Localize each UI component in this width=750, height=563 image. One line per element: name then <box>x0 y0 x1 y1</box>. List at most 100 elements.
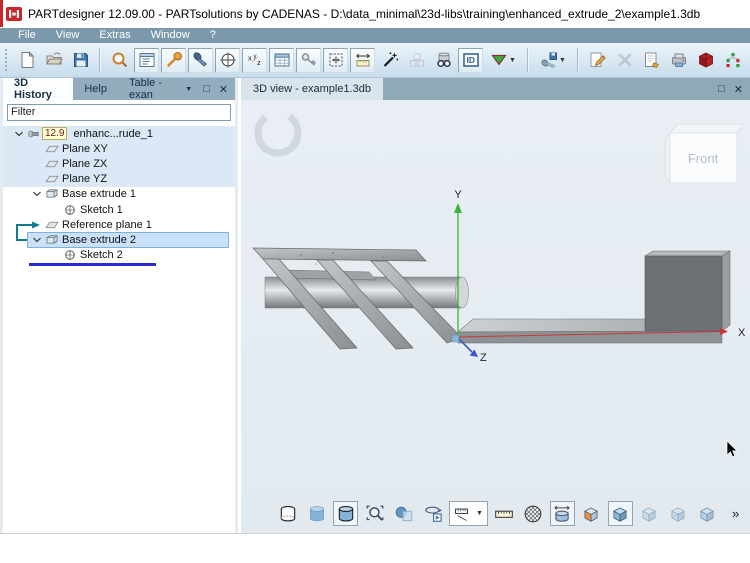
tab-label: Table - exan <box>129 77 180 101</box>
tree-row-enhanc-rude-1[interactable]: 12.9enhanc...rude_1 <box>3 126 235 141</box>
cube-transparent-1-icon <box>639 504 659 524</box>
cylinder-wireframe-button[interactable] <box>275 501 300 526</box>
chevron-expanded-icon[interactable] <box>11 126 26 141</box>
chevron-expanded-icon[interactable] <box>29 232 44 247</box>
measure-grid-combo[interactable]: ▼ <box>449 501 488 526</box>
mesh-sphere-button[interactable] <box>521 501 546 526</box>
cube-solid-button[interactable] <box>608 501 633 526</box>
dropdown-caret-icon[interactable]: ▼ <box>476 510 483 517</box>
viewer-close-button[interactable]: ✕ <box>734 83 743 96</box>
variables-xyz-button[interactable]: xyz <box>242 48 267 73</box>
tree-row-label: Sketch 2 <box>80 249 123 261</box>
key-attributes-button[interactable] <box>296 48 321 73</box>
screw-save-button[interactable]: ▼ <box>535 48 571 73</box>
key-attributes-icon <box>300 51 318 69</box>
edit-pencil-button[interactable] <box>585 48 610 73</box>
open-folder-button[interactable] <box>41 48 66 73</box>
transparency-icon <box>394 504 414 524</box>
view-cube[interactable]: Front <box>665 124 743 183</box>
screw-save-icon <box>540 51 558 69</box>
menu-item-4[interactable]: ? <box>200 28 226 43</box>
tree-row-plane-zx[interactable]: Plane ZX <box>3 156 235 171</box>
viewer-toolbar: ▼» <box>275 500 739 527</box>
value-table-button[interactable] <box>269 48 294 73</box>
filter-input[interactable] <box>7 104 231 121</box>
value-table-icon <box>273 51 291 69</box>
z-axis-label: Z <box>480 352 487 364</box>
svg-text:x: x <box>248 54 252 63</box>
red-cube-button[interactable] <box>693 48 718 73</box>
part-bolt-icon <box>26 126 41 141</box>
ruler-button[interactable] <box>492 501 517 526</box>
tree-row-label: Reference plane 1 <box>62 219 152 231</box>
dimension-cylinder-button[interactable] <box>550 501 575 526</box>
ruler-icon <box>494 504 514 524</box>
tree-row-sketch-2[interactable]: Sketch 2 <box>3 248 235 263</box>
save-button[interactable] <box>68 48 93 73</box>
variant-tree-button[interactable] <box>720 48 745 73</box>
dimension-ruler-button[interactable] <box>350 48 375 73</box>
cylinder-shaded-button[interactable] <box>304 501 329 526</box>
menu-file[interactable]: File <box>8 28 46 43</box>
preview-glasses-button[interactable] <box>431 48 456 73</box>
cube-transparent-2-button[interactable] <box>666 501 691 526</box>
dimension-frame-icon <box>327 51 345 69</box>
sketcher-button[interactable] <box>215 48 240 73</box>
tree-row-label: Sketch 1 <box>80 204 123 216</box>
zoom-search-button[interactable] <box>107 48 132 73</box>
chevron-expanded-icon[interactable] <box>29 187 44 202</box>
panel-maximize-button[interactable]: □ <box>203 83 210 95</box>
edit-pencil-icon <box>589 51 607 69</box>
chevron-down-icon: ▼ <box>185 86 192 93</box>
export-machine-button[interactable] <box>666 48 691 73</box>
dimension-frame-button[interactable] <box>323 48 348 73</box>
panel-close-button[interactable]: ✕ <box>219 83 228 96</box>
extrude-icon <box>44 187 59 202</box>
tree-row-base-extrude-1[interactable]: Base extrude 1 <box>3 187 235 202</box>
cylinder-shaded-edges-button[interactable] <box>333 501 358 526</box>
screw-part-button[interactable] <box>188 48 213 73</box>
green-check-arrow-button[interactable]: ▼ <box>485 48 521 73</box>
tab-help[interactable]: Help <box>73 78 118 100</box>
assembly-button[interactable] <box>404 48 429 73</box>
export-machine-icon <box>670 51 688 69</box>
red-cube-icon <box>697 51 715 69</box>
wrench-features-button[interactable] <box>161 48 186 73</box>
cube-orange-face-button[interactable] <box>579 501 604 526</box>
svg-text:ID: ID <box>466 55 475 65</box>
toolbar-overflow-button[interactable]: » <box>732 506 739 521</box>
zoom-window-button[interactable] <box>362 501 387 526</box>
cube-transparent-2-icon <box>668 504 688 524</box>
save-icon <box>72 51 90 69</box>
menu-extras[interactable]: Extras <box>89 28 140 43</box>
transparency-button[interactable] <box>391 501 416 526</box>
edit-sheet-button[interactable] <box>639 48 664 73</box>
tab-table-exan[interactable]: Table - exan ▼ <box>118 78 203 100</box>
menubar: FileViewExtrasWindow? <box>0 28 750 43</box>
menu-window[interactable]: Window <box>141 28 200 43</box>
tab-3d-history[interactable]: 3D History <box>3 78 73 100</box>
tree-row-plane-xy[interactable]: Plane XY <box>3 141 235 156</box>
cube-transparent-3-button[interactable] <box>695 501 720 526</box>
cube-transparent-1-button[interactable] <box>637 501 662 526</box>
part-base-plate <box>458 251 730 343</box>
new-document-button[interactable] <box>14 48 39 73</box>
menu-view[interactable]: View <box>46 28 90 43</box>
tree-row-sketch-1[interactable]: Sketch 1 <box>3 202 235 217</box>
tree-row-plane-yz[interactable]: Plane YZ <box>3 172 235 187</box>
tree-row-base-extrude-2[interactable]: Base extrude 2 <box>3 232 235 247</box>
animation-button[interactable] <box>420 501 445 526</box>
left-panel-tabbar: 3D HistoryHelp Table - exan ▼ □ ✕ <box>3 78 235 100</box>
viewer-maximize-button[interactable]: □ <box>718 83 725 95</box>
id-badge-button[interactable]: ID <box>458 48 483 73</box>
viewer-tab[interactable]: 3D view - example1.3db <box>241 78 383 100</box>
history-panel-button[interactable] <box>134 48 159 73</box>
variables-xyz-icon: xyz <box>246 51 264 69</box>
x-axis-label: X <box>738 327 746 339</box>
magic-wand-button[interactable] <box>377 48 402 73</box>
3d-scene: Front <box>241 100 750 533</box>
3d-viewport[interactable]: Front <box>241 100 750 533</box>
magic-wand-icon <box>381 51 399 69</box>
tree-row-label: Base extrude 1 <box>62 188 136 200</box>
delete-x-button[interactable] <box>612 48 637 73</box>
